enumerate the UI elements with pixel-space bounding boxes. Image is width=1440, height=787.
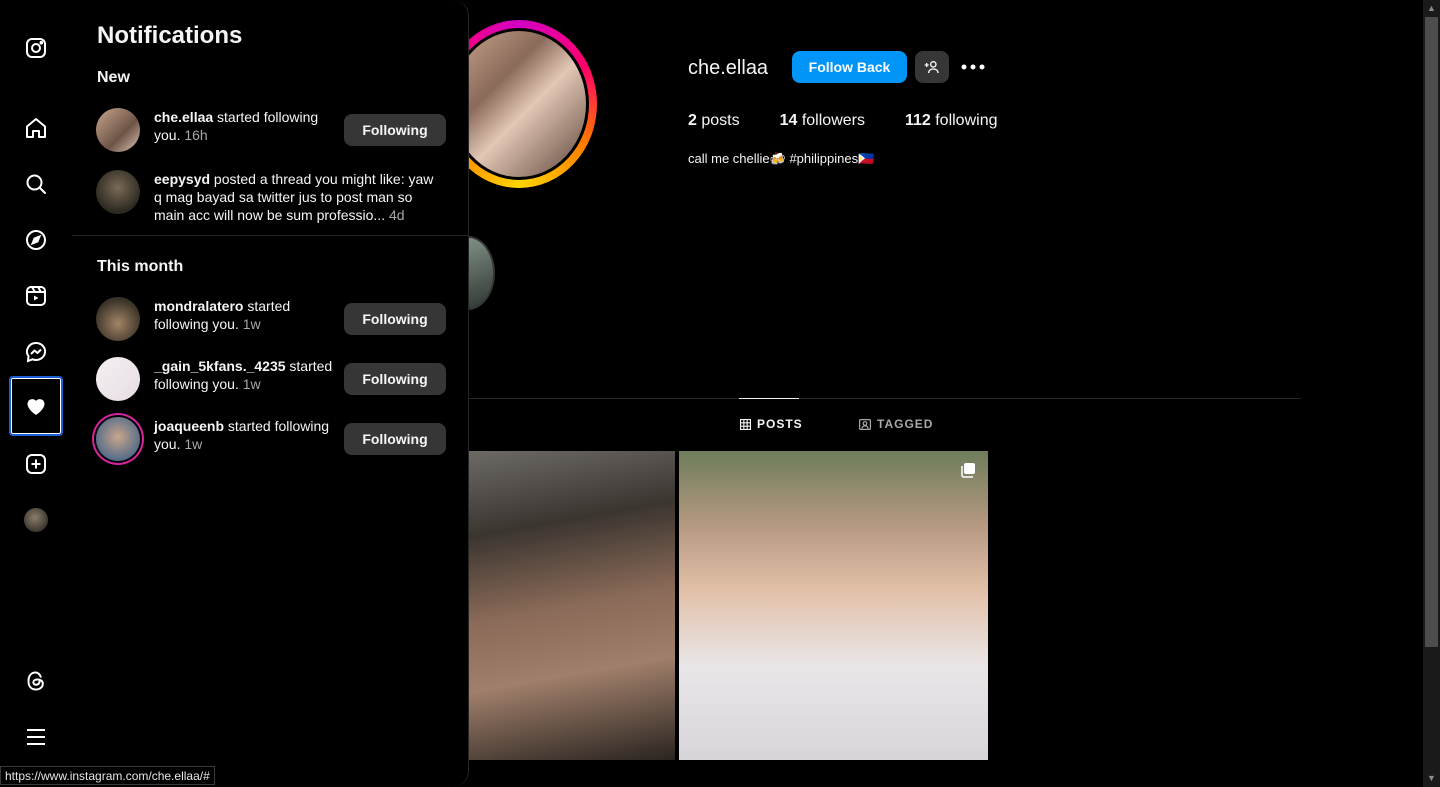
notification-text: mondralatero started following you. 1w: [154, 298, 291, 332]
notifications-panel: Notifications New che.ellaa started foll…: [72, 0, 469, 787]
notification-avatar[interactable]: [96, 297, 140, 341]
threads-icon[interactable]: [12, 657, 60, 705]
notifications-heart-icon[interactable]: [9, 376, 63, 436]
tab-posts[interactable]: POSTS: [740, 417, 803, 431]
notifications-title: Notifications: [97, 22, 243, 49]
grid-icon: [740, 418, 751, 430]
tab-tagged[interactable]: TAGGED: [859, 417, 933, 431]
notification-text: _gain_5kfans._4235 started following you…: [154, 358, 333, 392]
notification-item[interactable]: eepysyd posted a thread you might like: …: [96, 170, 446, 224]
messenger-icon[interactable]: [12, 328, 60, 376]
scroll-up-arrow-icon[interactable]: ▲: [1426, 3, 1437, 14]
scroll-down-arrow-icon[interactable]: ▼: [1426, 773, 1437, 784]
profile-username: che.ellaa: [688, 57, 769, 79]
notification-text: joaqueenb started following you. 1w: [154, 418, 330, 452]
status-bar-url: https://www.instagram.com/che.ellaa/#: [0, 766, 215, 785]
notification-item[interactable]: che.ellaa started following you. 16h Fol…: [96, 108, 446, 152]
more-options-button[interactable]: [960, 55, 986, 79]
notification-avatar[interactable]: [96, 357, 140, 401]
reels-icon[interactable]: [12, 272, 60, 320]
create-icon[interactable]: [12, 440, 60, 488]
profile-bio: call me chellie🍻 #philippines🇵🇭: [688, 151, 875, 166]
tab-posts-label: POSTS: [757, 417, 803, 431]
posts-stat: 2 posts: [688, 112, 740, 129]
notification-text: che.ellaa started following you. 16h: [154, 109, 319, 143]
profile-avatar[interactable]: [12, 496, 60, 544]
post-thumbnail-1[interactable]: [469, 451, 675, 760]
more-dots-icon: [961, 64, 985, 70]
page-scrollbar[interactable]: ▲ ▼: [1423, 0, 1440, 787]
notification-item[interactable]: _gain_5kfans._4235 started following you…: [96, 357, 446, 401]
menu-icon[interactable]: [12, 713, 60, 761]
section-this-month: This month: [97, 258, 184, 275]
active-tab-indicator: [739, 398, 799, 399]
scroll-thumb[interactable]: [1425, 17, 1438, 647]
follow-back-button[interactable]: Follow Back: [792, 51, 907, 83]
notification-text: eepysyd posted a thread you might like: …: [154, 171, 434, 223]
profile-stats: 2 posts 14 followers 112 following: [688, 112, 997, 130]
instagram-logo-icon[interactable]: [12, 24, 60, 72]
section-new: New: [97, 69, 130, 86]
following-button[interactable]: Following: [344, 423, 446, 455]
following-button[interactable]: Following: [344, 363, 446, 395]
home-icon[interactable]: [12, 104, 60, 152]
suggested-users-button[interactable]: [915, 51, 949, 83]
followers-stat[interactable]: 14 followers: [780, 112, 865, 130]
tabs-divider: [469, 398, 1301, 399]
notification-avatar[interactable]: [96, 108, 140, 152]
post-thumbnail-2[interactable]: [679, 451, 988, 760]
search-icon[interactable]: [12, 160, 60, 208]
following-button[interactable]: Following: [344, 303, 446, 335]
notification-avatar[interactable]: [96, 417, 140, 461]
add-user-icon: [924, 60, 939, 74]
following-stat[interactable]: 112 following: [905, 112, 998, 130]
profile-avatar-image: [24, 508, 48, 532]
left-nav-rail: [0, 0, 72, 787]
tagged-icon: [859, 418, 871, 430]
explore-icon[interactable]: [12, 216, 60, 264]
profile-picture[interactable]: [449, 28, 589, 180]
notification-item[interactable]: mondralatero started following you. 1w F…: [96, 297, 446, 341]
notification-avatar[interactable]: [96, 170, 140, 214]
tab-tagged-label: TAGGED: [877, 417, 934, 431]
section-divider: [72, 235, 468, 236]
notification-item[interactable]: joaqueenb started following you. 1w Foll…: [96, 417, 446, 461]
following-button[interactable]: Following: [344, 114, 446, 146]
carousel-icon: [961, 463, 975, 478]
